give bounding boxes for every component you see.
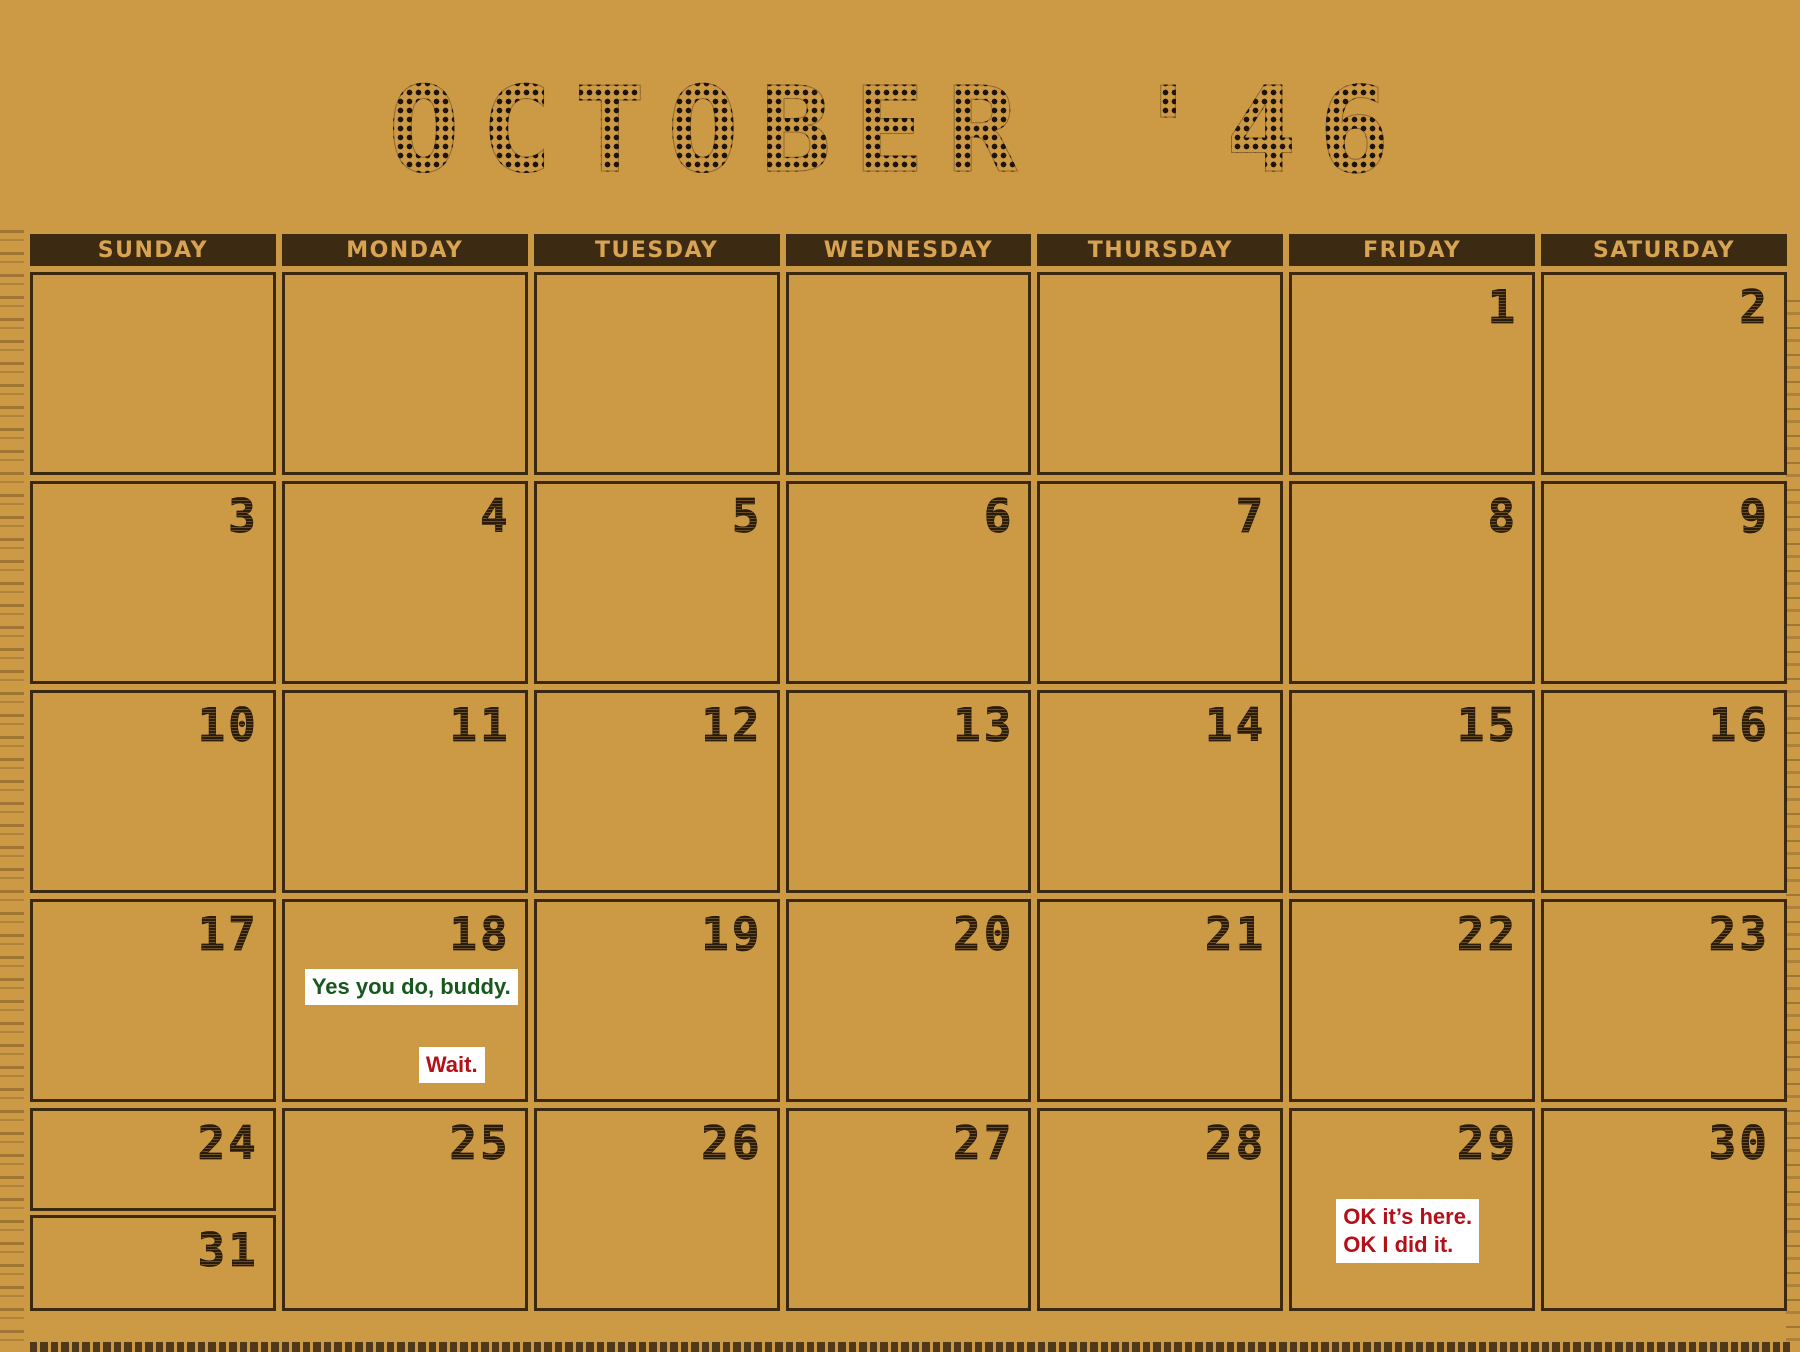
day-cell-empty (1037, 272, 1284, 475)
day-cell-22: 22 (1289, 899, 1536, 1102)
day-cell-23: 23 (1541, 899, 1787, 1102)
day-number: 19 (701, 907, 763, 961)
grunge-edge-right (1786, 300, 1800, 1352)
weekday-wednesday: WEDNESDAY (785, 234, 1032, 266)
day-number: 8 (1487, 489, 1519, 543)
day-cell-3: 3 (30, 481, 276, 684)
day-number: 29 (1456, 1116, 1519, 1170)
note-line: OK it’s here. (1343, 1204, 1473, 1229)
day-cell-14: 14 (1037, 690, 1284, 893)
day-cell-empty (533, 272, 780, 475)
weekday-friday: FRIDAY (1289, 234, 1536, 266)
day-number: 15 (1456, 698, 1519, 752)
day-cell-12: 12 (533, 690, 780, 893)
day-cell-1: 1 (1289, 272, 1536, 475)
day-number: 30 (1708, 1116, 1770, 1170)
day-cell-28: 28 (1037, 1108, 1284, 1311)
note-wait: Wait. (418, 1047, 485, 1083)
day-cell-11: 11 (281, 690, 528, 893)
day-number: 1 (1487, 280, 1519, 334)
day-number: 28 (1204, 1116, 1267, 1170)
day-number: 2 (1739, 280, 1770, 334)
day-number: 22 (1456, 907, 1519, 961)
day-cell-8: 8 (1289, 481, 1536, 684)
day-number: 26 (701, 1116, 763, 1170)
day-cell-27: 27 (785, 1108, 1032, 1311)
day-cell-16: 16 (1541, 690, 1787, 893)
day-cell-24-31: 24 31 (30, 1108, 276, 1311)
day-number: 3 (228, 489, 259, 543)
note-ok-its-here: OK it’s here. OK I did it. (1336, 1199, 1480, 1263)
day-cell-5: 5 (533, 481, 780, 684)
day-cell-15: 15 (1289, 690, 1536, 893)
day-number: 11 (449, 698, 511, 752)
day-number: 31 (197, 1223, 259, 1277)
weekday-tuesday: TUESDAY (533, 234, 780, 266)
day-cell-empty (281, 272, 528, 475)
day-cell-30: 30 (1541, 1108, 1787, 1311)
day-number: 20 (953, 907, 1015, 961)
day-cell-6: 6 (785, 481, 1032, 684)
day-cell-26: 26 (533, 1108, 780, 1311)
day-number: 4 (480, 489, 511, 543)
day-number: 27 (953, 1116, 1015, 1170)
month-title: OCTOBER '46 (270, 70, 1530, 191)
day-cell-empty (785, 272, 1032, 475)
day-cell-4: 4 (281, 481, 528, 684)
day-cell-19: 19 (533, 899, 780, 1102)
day-number: 21 (1204, 907, 1267, 961)
day-number: 24 (197, 1116, 259, 1170)
day-number: 16 (1708, 698, 1770, 752)
day-cell-10: 10 (30, 690, 276, 893)
weekday-sunday: SUNDAY (30, 234, 276, 266)
day-cell-17: 17 (30, 899, 276, 1102)
day-cell-2: 2 (1541, 272, 1787, 475)
day-cell-31: 31 (30, 1215, 276, 1311)
day-cell-20: 20 (785, 899, 1032, 1102)
day-cell-9: 9 (1541, 481, 1787, 684)
day-number: 23 (1708, 907, 1770, 961)
day-number: 5 (731, 489, 763, 543)
day-cell-13: 13 (785, 690, 1032, 893)
calendar-grid: SUNDAY MONDAY TUESDAY WEDNESDAY THURSDAY… (30, 234, 1787, 1317)
grunge-edge-left (0, 230, 24, 1352)
day-cell-24: 24 (30, 1108, 276, 1211)
day-number: 17 (197, 907, 259, 961)
day-number: 18 (449, 907, 511, 961)
day-number: 10 (197, 698, 259, 752)
day-cell-25: 25 (281, 1108, 528, 1311)
note-line: OK I did it. (1343, 1232, 1454, 1257)
calendar-page: OCTOBER '46 SUNDAY MONDAY TUESDAY WEDNES… (0, 0, 1800, 1352)
day-cell-7: 7 (1037, 481, 1284, 684)
day-number: 6 (983, 489, 1015, 543)
grunge-edge-bottom (30, 1342, 1790, 1352)
day-number: 13 (953, 698, 1015, 752)
day-cell-29: 29 OK it’s here. OK I did it. (1289, 1108, 1536, 1311)
day-number: 12 (701, 698, 763, 752)
weekday-monday: MONDAY (281, 234, 528, 266)
note-yes-you-do: Yes you do, buddy. (304, 969, 518, 1005)
day-cell-18: 18 Yes you do, buddy. Wait. (281, 899, 528, 1102)
day-number: 9 (1739, 489, 1770, 543)
weekday-thursday: THURSDAY (1037, 234, 1284, 266)
day-number: 25 (449, 1116, 511, 1170)
day-number: 14 (1204, 698, 1267, 752)
weekday-saturday: SATURDAY (1541, 234, 1787, 266)
day-cell-21: 21 (1037, 899, 1284, 1102)
day-number: 7 (1235, 489, 1267, 543)
day-cell-empty (30, 272, 276, 475)
